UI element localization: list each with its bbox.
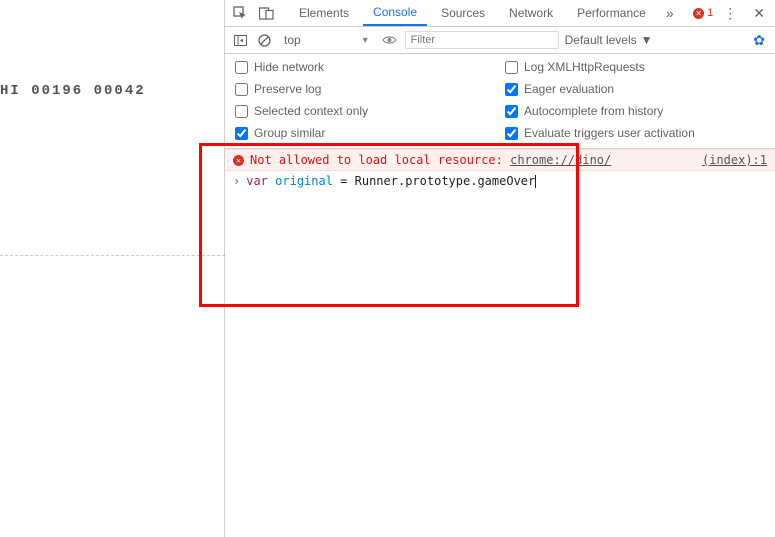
console-toolbar: top ▼ Default levels ▼ ✿	[225, 27, 775, 54]
console-error-row[interactable]: ✕ Not allowed to load local resource: ch…	[225, 149, 775, 171]
chevron-down-icon: ▼	[361, 35, 370, 45]
error-badge[interactable]: ✕ 1	[693, 7, 713, 19]
checkbox-label: Preserve log	[254, 82, 321, 96]
filter-input[interactable]	[405, 31, 559, 49]
device-toggle-icon[interactable]	[255, 2, 277, 24]
context-selector[interactable]: top ▼	[279, 31, 375, 49]
checkbox-group-similar[interactable]: Group similar	[235, 126, 495, 140]
game-score: HI 00196 00042	[0, 83, 146, 99]
tab-network[interactable]: Network	[499, 0, 563, 26]
chevron-down-icon: ▼	[641, 33, 653, 47]
checkbox-eval-activation[interactable]: Evaluate triggers user activation	[505, 126, 765, 140]
tab-console[interactable]: Console	[363, 0, 427, 26]
tab-elements[interactable]: Elements	[289, 0, 359, 26]
checkbox-log-xhr[interactable]: Log XMLHttpRequests	[505, 60, 765, 74]
checkbox-preserve-log[interactable]: Preserve log	[235, 82, 495, 96]
prompt-input[interactable]: var original = Runner.prototype.gameOver	[246, 174, 536, 188]
checkbox-label: Eager evaluation	[524, 82, 614, 96]
log-levels-label: Default levels	[565, 33, 637, 47]
error-url[interactable]: chrome://dino/	[510, 153, 611, 167]
log-levels-selector[interactable]: Default levels ▼	[565, 33, 653, 47]
checkbox-label: Evaluate triggers user activation	[524, 126, 695, 140]
gear-icon[interactable]: ✿	[749, 32, 769, 49]
error-circle-icon: ✕	[693, 8, 704, 19]
checkbox-label: Group similar	[254, 126, 325, 140]
game-ground	[0, 255, 225, 256]
console-prompt[interactable]: › var original = Runner.prototype.gameOv…	[225, 171, 775, 191]
devtools-panel: Elements Console Sources Network Perform…	[225, 0, 775, 537]
checkbox-label: Log XMLHttpRequests	[524, 60, 645, 74]
checkbox-selected-ctx[interactable]: Selected context only	[235, 104, 495, 118]
checkbox-eager-eval[interactable]: Eager evaluation	[505, 82, 765, 96]
devtools-tabbar: Elements Console Sources Network Perform…	[225, 0, 775, 27]
text-cursor	[535, 175, 536, 188]
checkbox-label: Hide network	[254, 60, 324, 74]
close-icon[interactable]: ✕	[747, 5, 771, 22]
error-count: 1	[707, 7, 713, 19]
checkbox-label: Selected context only	[254, 104, 368, 118]
prompt-chevron-icon: ›	[233, 174, 240, 188]
page-viewport: HI 00196 00042	[0, 0, 225, 537]
console-body[interactable]: ✕ Not allowed to load local resource: ch…	[225, 149, 775, 537]
kebab-menu-icon[interactable]: ⋮	[717, 5, 743, 22]
error-circle-icon: ✕	[233, 155, 244, 166]
console-sidebar-toggle-icon[interactable]	[231, 31, 249, 49]
error-message: Not allowed to load local resource: chro…	[250, 153, 696, 167]
console-settings: Hide network Log XMLHttpRequests Preserv…	[225, 54, 775, 149]
checkbox-hide-network[interactable]: Hide network	[235, 60, 495, 74]
error-source-link[interactable]: (index):1	[702, 153, 767, 167]
checkbox-autocomplete-hist[interactable]: Autocomplete from history	[505, 104, 765, 118]
tabs-overflow-icon[interactable]: »	[660, 5, 680, 21]
live-expression-icon[interactable]	[381, 31, 399, 49]
inspect-icon[interactable]	[229, 2, 251, 24]
tab-performance[interactable]: Performance	[567, 0, 656, 26]
tab-sources[interactable]: Sources	[431, 0, 495, 26]
context-selected: top	[284, 33, 301, 47]
checkbox-label: Autocomplete from history	[524, 104, 663, 118]
clear-console-icon[interactable]	[255, 31, 273, 49]
